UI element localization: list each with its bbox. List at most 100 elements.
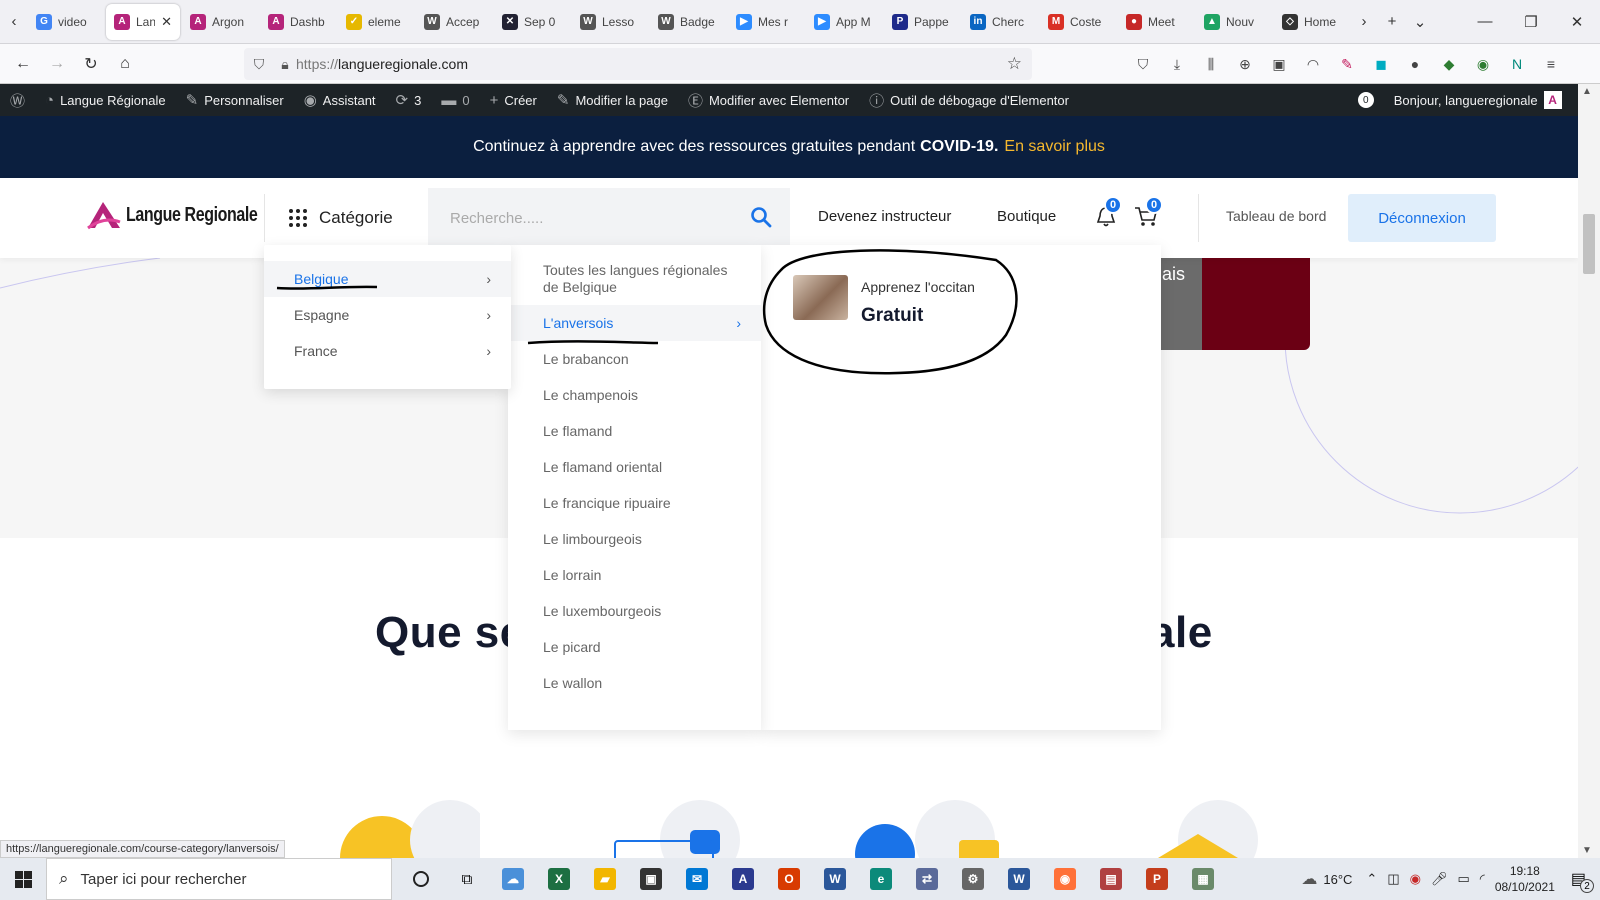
weather-icon[interactable]: ☁ (1301, 869, 1317, 889)
cortana-icon[interactable] (398, 858, 444, 900)
extension-dots-icon[interactable]: ● (1398, 48, 1432, 80)
dashboard-link[interactable]: Tableau de bord (1226, 208, 1326, 224)
extension-leaf-icon[interactable]: ◆ (1432, 48, 1466, 80)
wp-debug[interactable]: ⓘ Outil de débogage d'Elementor (859, 84, 1079, 116)
browser-tab[interactable]: ▶ Mes r (728, 4, 804, 40)
extension-brand-icon[interactable]: ✎ (1330, 48, 1364, 80)
taskbar-app[interactable]: ▰ (582, 858, 628, 900)
task-view-icon[interactable]: ⧉ (444, 858, 490, 900)
taskbar-app[interactable]: W (996, 858, 1042, 900)
taskbar-app[interactable]: ☁ (490, 858, 536, 900)
browser-tab[interactable]: ▲ Nouv (1196, 4, 1272, 40)
close-window-icon[interactable]: ✕ (1554, 8, 1600, 36)
notification-center-icon[interactable]: ▤ 2 (1571, 869, 1594, 893)
wifi-icon[interactable]: ◜ (1480, 871, 1485, 887)
page-scrollbar[interactable]: ▲ ▼ (1578, 84, 1600, 858)
extension-icon[interactable]: ▣ (1262, 48, 1296, 80)
taskbar-app[interactable]: X (536, 858, 582, 900)
shop-link[interactable]: Boutique (997, 208, 1056, 225)
taskbar-app[interactable]: e (858, 858, 904, 900)
new-tab-icon[interactable]: + (1378, 8, 1406, 36)
grammar-icon[interactable]: ◉ (1466, 48, 1500, 80)
language-menu-item[interactable]: Le lorrain (508, 557, 761, 593)
browser-tab[interactable]: M Coste (1040, 4, 1116, 40)
scroll-up-icon[interactable]: ▲ (1582, 86, 1592, 97)
language-menu-item[interactable]: Le picard (508, 629, 761, 665)
taskbar-app[interactable]: ⇄ (904, 858, 950, 900)
browser-tab[interactable]: ● Meet (1118, 4, 1194, 40)
clock[interactable]: 19:18 08/10/2021 (1495, 863, 1555, 895)
language-menu-item[interactable]: Le champenois (508, 377, 761, 413)
browser-tab[interactable]: W Accep (416, 4, 492, 40)
library-icon[interactable]: ⫼ (1194, 48, 1228, 80)
wp-updates[interactable]: ⟳ 3 (386, 84, 432, 116)
back-icon[interactable]: ← (6, 48, 40, 80)
scroll-down-icon[interactable]: ▼ (1582, 845, 1592, 856)
tab-scroll-left-icon[interactable]: ‹ (0, 8, 28, 36)
minimize-icon[interactable]: — (1462, 8, 1508, 36)
home-icon[interactable]: ⌂ (108, 48, 142, 80)
browser-tab[interactable]: in Cherc (962, 4, 1038, 40)
language-menu-item[interactable]: Le limbourgeois (508, 521, 761, 557)
restore-icon[interactable]: ❐ (1508, 8, 1554, 36)
close-tab-icon[interactable]: ✕ (161, 14, 172, 30)
taskbar-app[interactable]: ▦ (1180, 858, 1226, 900)
taskbar-app[interactable]: O (766, 858, 812, 900)
wp-logo[interactable]: Ⓦ (0, 84, 35, 116)
wp-account[interactable]: Bonjour, langueregionale A (1384, 84, 1572, 116)
search-icon[interactable] (750, 206, 772, 228)
wp-customize[interactable]: ✎ Personnaliser (176, 84, 294, 116)
reload-icon[interactable]: ↻ (74, 48, 108, 80)
taskbar-app[interactable]: ⚙ (950, 858, 996, 900)
language-menu-item[interactable]: Le francique ripuaire (508, 485, 761, 521)
menu-icon[interactable]: ≡ (1534, 48, 1568, 80)
language-menu-item[interactable]: Le luxembourgeois (508, 593, 761, 629)
start-button[interactable] (0, 858, 46, 900)
taskbar-app[interactable]: ▤ (1088, 858, 1134, 900)
browser-tab[interactable]: A Dashb (260, 4, 336, 40)
security-icon[interactable]: ◉ (1410, 871, 1421, 887)
forward-icon[interactable]: → (40, 48, 74, 80)
browser-tab[interactable]: A Argon (182, 4, 258, 40)
browser-tab[interactable]: ✕ Sep 0 (494, 4, 570, 40)
wp-elementor[interactable]: Ⓔ Modifier avec Elementor (678, 84, 859, 116)
site-logo[interactable]: Langue Regionale (86, 200, 290, 230)
language-menu-item[interactable]: Le wallon (508, 665, 761, 701)
become-instructor-link[interactable]: Devenez instructeur (818, 208, 951, 225)
headphones-icon[interactable]: ◠ (1296, 48, 1330, 80)
pocket-icon[interactable]: ⛉ (1126, 48, 1160, 80)
wp-create[interactable]: + Créer (480, 84, 547, 116)
taskbar-search[interactable]: ⌕ Taper ici pour rechercher (46, 858, 392, 900)
battery-icon[interactable]: ▭ (1457, 871, 1469, 887)
wp-assistant[interactable]: ◉ Assistant (294, 84, 386, 116)
browser-tab[interactable]: W Lesso (572, 4, 648, 40)
browser-tab[interactable]: W Badge (650, 4, 726, 40)
microphone-icon[interactable]: 🎤︎ (1431, 871, 1448, 887)
tray-chevron-icon[interactable]: ⌃ (1366, 871, 1377, 887)
taskbar-app[interactable]: ◉ (1042, 858, 1088, 900)
download-icon[interactable]: ⤓ (1160, 48, 1194, 80)
extension-square-icon[interactable]: ◼ (1364, 48, 1398, 80)
language-menu-item[interactable]: Le flamand oriental (508, 449, 761, 485)
wp-comments[interactable]: ▬ 0 (431, 84, 479, 116)
network-icon[interactable]: ◫ (1387, 871, 1399, 887)
browser-tab[interactable]: ▶ App M (806, 4, 882, 40)
browser-tab[interactable]: A Lan ✕ (106, 3, 180, 40)
bookmark-star-icon[interactable]: ☆ (1007, 54, 1022, 74)
logout-button[interactable]: Déconnexion (1348, 194, 1496, 242)
extension-n-icon[interactable]: N (1500, 48, 1534, 80)
wp-edit-page[interactable]: ✎ Modifier la page (547, 84, 678, 116)
taskbar-app[interactable]: ✉ (674, 858, 720, 900)
wp-site-menu[interactable]: ◔ Langue Régionale (35, 84, 176, 116)
browser-tab[interactable]: ◇ Home (1274, 4, 1350, 40)
taskbar-app[interactable]: ▣ (628, 858, 674, 900)
taskbar-app[interactable]: P (1134, 858, 1180, 900)
browser-tab[interactable]: ✓ eleme (338, 4, 414, 40)
search-extension-icon[interactable]: ⊕ (1228, 48, 1262, 80)
browser-tab[interactable]: Gvideo (28, 4, 104, 40)
category-menu-toggle[interactable]: Catégorie (264, 194, 393, 242)
scrollbar-thumb[interactable] (1583, 214, 1595, 274)
browser-tab[interactable]: P Pappe (884, 4, 960, 40)
tab-scroll-right-icon[interactable]: › (1350, 8, 1378, 36)
tab-list-chevron-icon[interactable]: ⌄ (1406, 8, 1434, 36)
